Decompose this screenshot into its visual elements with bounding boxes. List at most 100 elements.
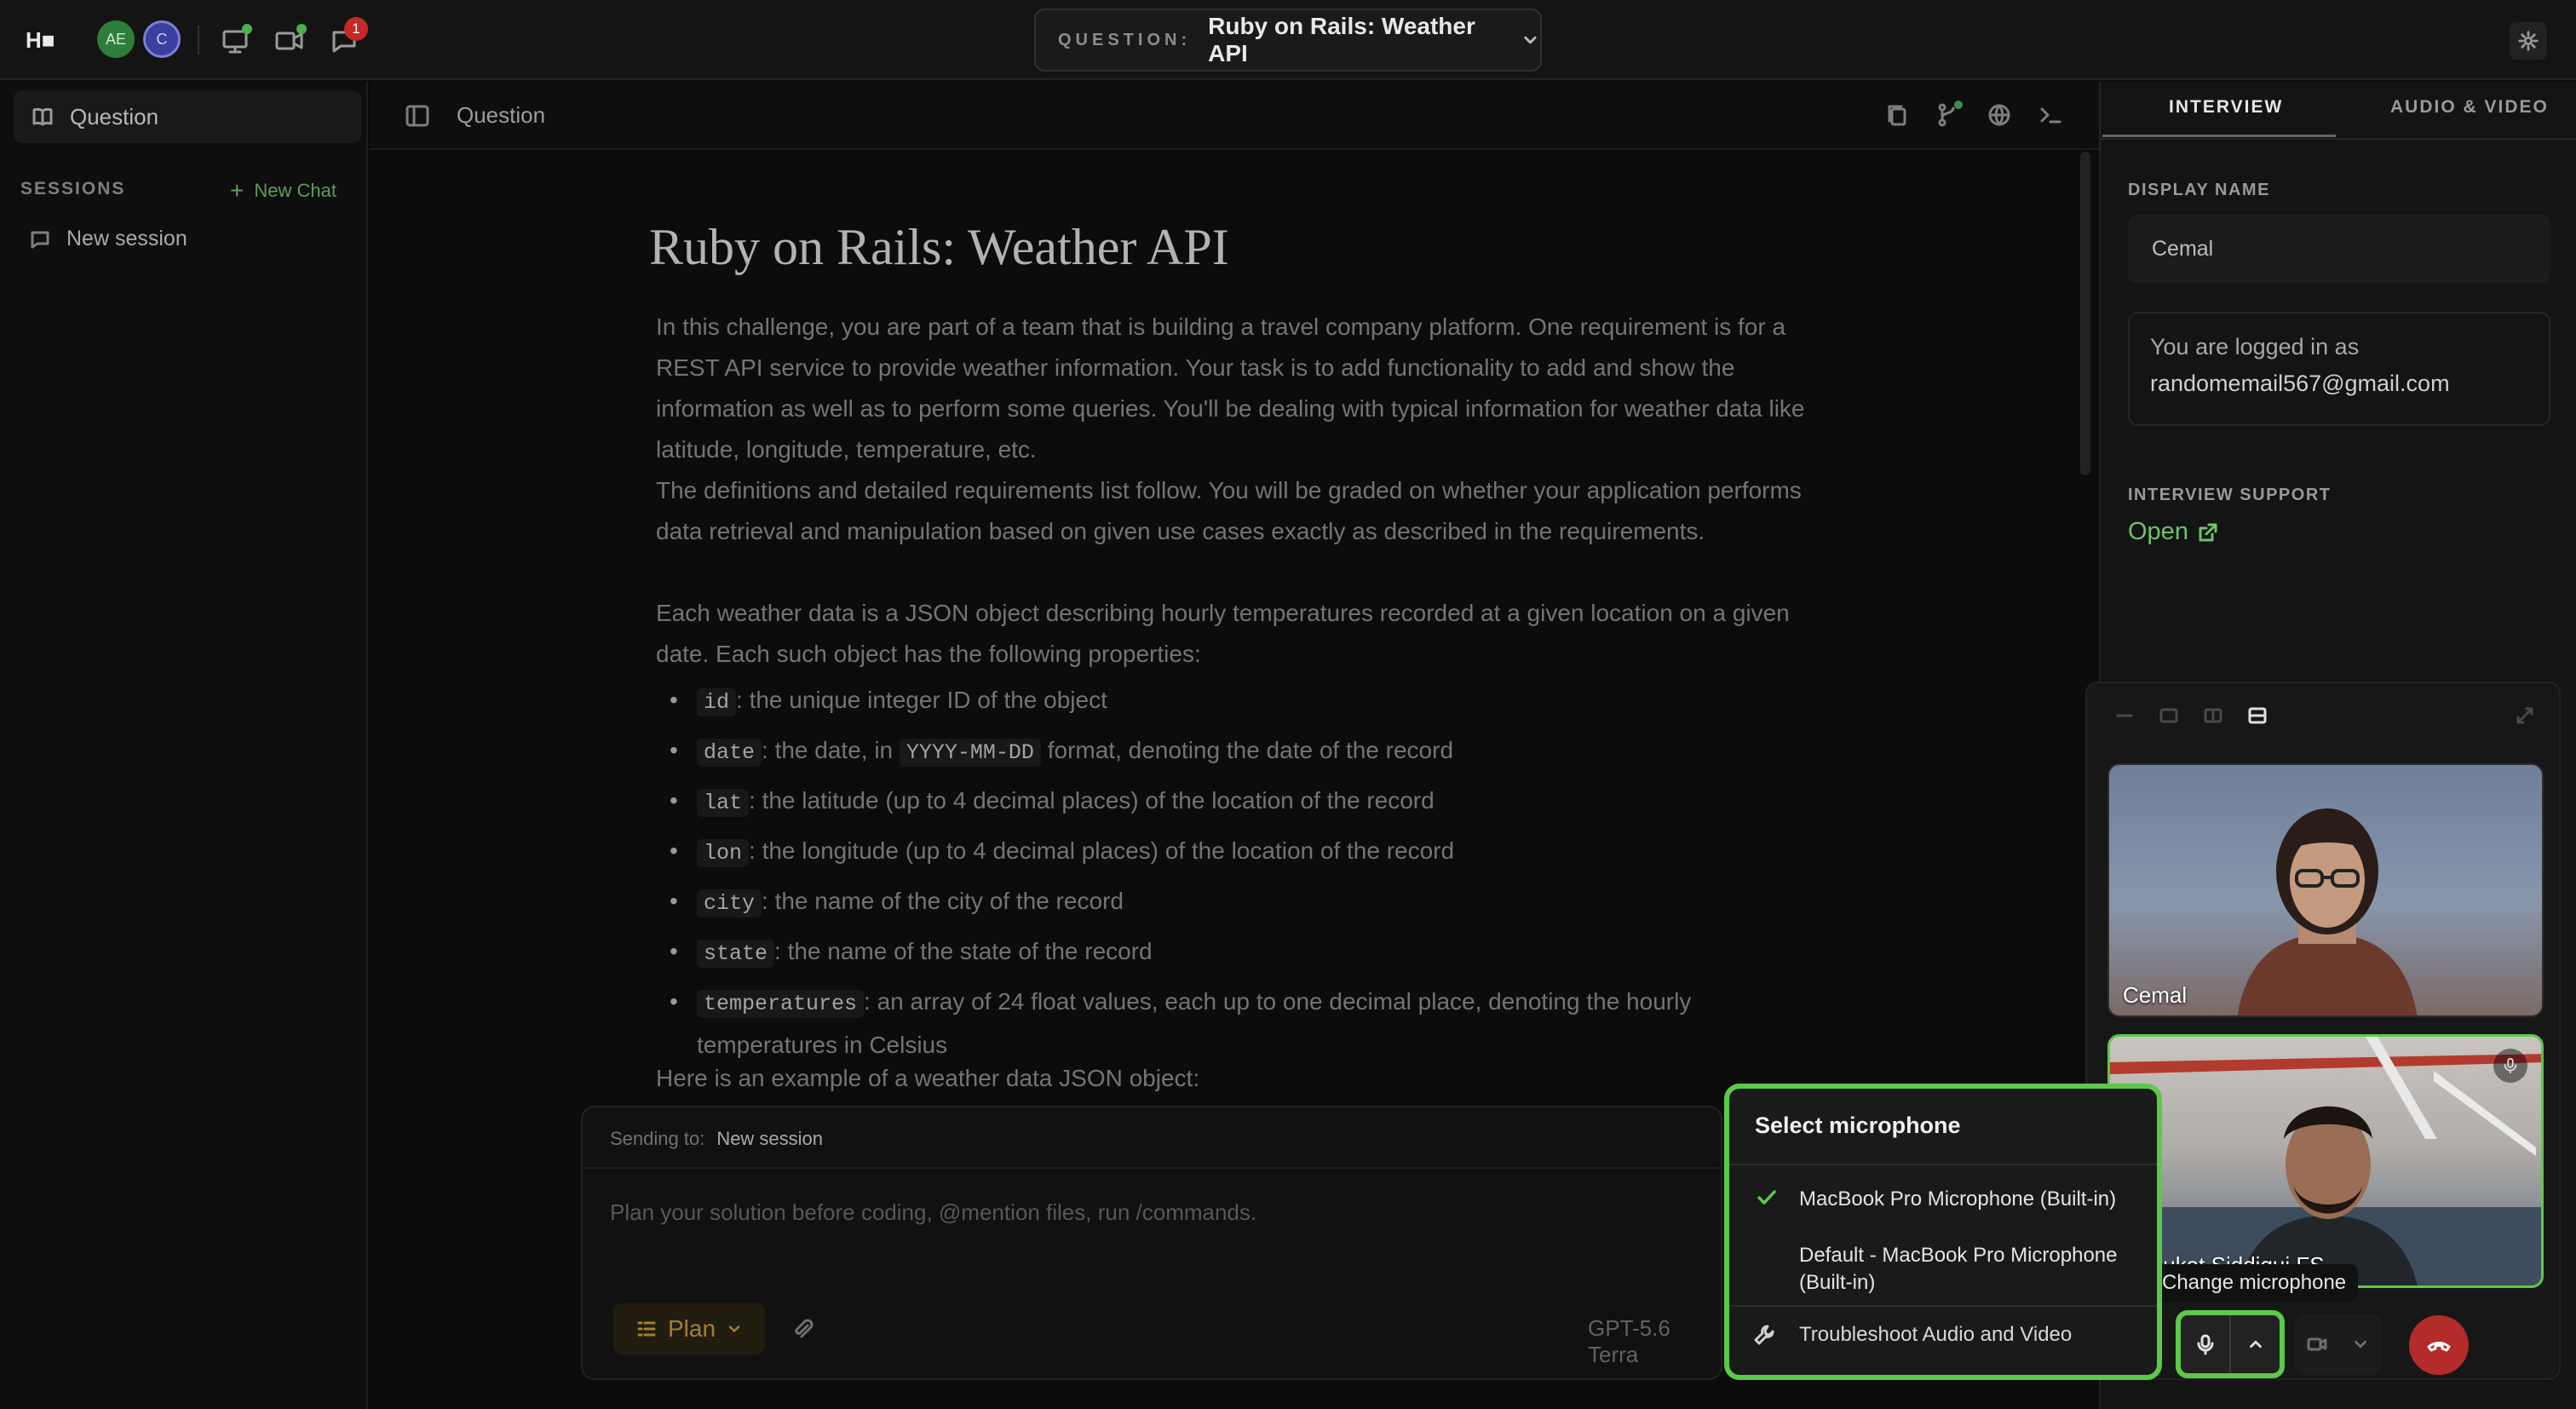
question-title: Ruby on Rails: Weather API <box>649 219 1229 275</box>
change-microphone-button[interactable] <box>2231 1315 2280 1373</box>
list-item: lat: the latitude (up to 4 decimal place… <box>656 780 1797 824</box>
mic-option-default[interactable]: Default - MacBook Pro Microphone (Built-… <box>1729 1242 2157 1297</box>
hang-up-icon <box>2427 1342 2451 1352</box>
logged-in-text: You are logged in as <box>2150 334 2360 359</box>
sending-to-target: New session <box>716 1128 824 1149</box>
video-tile-interviewer[interactable]: Shaukat Siddiqui FS <box>2107 1034 2544 1288</box>
mute-microphone-button[interactable] <box>2181 1315 2229 1373</box>
leave-call-button[interactable] <box>2409 1315 2469 1375</box>
divider <box>1729 1305 2157 1307</box>
layout-stacked-icon[interactable] <box>2245 704 2269 728</box>
paragraph-requirements: The definitions and detailed requirement… <box>656 477 1802 544</box>
list-item: state: the name of the state of the reco… <box>656 931 1797 975</box>
logged-in-box: You are logged in as randomemail567@gmai… <box>2128 312 2550 426</box>
app-logo[interactable]: H■ <box>26 27 56 53</box>
sidebar-toggle-icon <box>405 105 429 127</box>
terminal-icon[interactable] <box>2036 101 2065 129</box>
session-item-label: New session <box>66 227 187 250</box>
sidebar-toggle-button[interactable] <box>404 102 431 129</box>
avatar-ae[interactable]: AE <box>97 20 135 58</box>
content-scrollbar[interactable] <box>2080 152 2090 475</box>
chevron-down-icon <box>728 1326 740 1332</box>
plan-mode-button[interactable]: Plan <box>613 1303 765 1354</box>
tooltip: Change microphone <box>2150 1264 2359 1302</box>
microphone-control <box>2176 1310 2285 1378</box>
gear-icon <box>2518 31 2539 51</box>
avatar-c[interactable]: C <box>143 20 181 58</box>
chevron-up-icon <box>2249 1340 2262 1349</box>
microphone-icon <box>2197 1334 2213 1355</box>
paperclip-icon <box>795 1319 814 1338</box>
active-tab-indicator <box>2102 135 2336 137</box>
message-input[interactable]: Plan your solution before coding, @menti… <box>610 1199 1256 1226</box>
chat-composer: Sending to: New session Plan your solutio… <box>581 1106 1724 1380</box>
popup-title: Select microphone <box>1755 1113 1961 1138</box>
book-icon <box>32 107 53 126</box>
participant-video <box>2110 1037 2541 1285</box>
camera-control <box>2295 1314 2382 1375</box>
main-header: Question <box>370 82 2099 150</box>
list-icon <box>637 1321 656 1337</box>
new-chat-button[interactable]: + New Chat <box>230 177 336 204</box>
layout-side-by-side-icon[interactable] <box>2201 704 2225 728</box>
list-item: temperatures: an array of 24 float value… <box>656 981 1797 1066</box>
plan-mode-label: Plan <box>667 1315 716 1342</box>
list-item: lon: the longitude (up to 4 decimal plac… <box>656 831 1797 874</box>
question-selector[interactable]: QUESTION: Ruby on Rails: Weather API <box>1034 9 1542 72</box>
layout-single-icon[interactable] <box>2157 704 2181 728</box>
top-bar: H■ AE C 1 QUESTION: Ruby on Rails: Weath… <box>0 0 2576 80</box>
divider <box>2101 138 2576 140</box>
list-item: city: the name of the city of the record <box>656 881 1797 924</box>
chevron-down-icon <box>1524 36 1537 44</box>
notifications-icon[interactable]: 1 <box>327 17 368 58</box>
display-name-label: DISPLAY NAME <box>2128 181 2270 199</box>
divider <box>1729 1164 2157 1165</box>
change-camera-button[interactable] <box>2338 1314 2382 1375</box>
question-selector-value: Ruby on Rails: Weather API <box>1208 13 1475 66</box>
paragraph-intro: In this challenge, you are part of a tea… <box>656 313 1805 463</box>
video-camera-icon[interactable] <box>273 24 307 58</box>
question-selector-label: QUESTION: <box>1058 30 1192 49</box>
interview-support-label: INTERVIEW SUPPORT <box>2128 486 2332 504</box>
git-branch-icon[interactable] <box>1934 101 1963 129</box>
new-chat-label: New Chat <box>254 180 336 201</box>
main-header-title: Question <box>457 102 546 128</box>
wrench-icon <box>1729 1322 1799 1348</box>
minimize-icon[interactable] <box>2113 704 2136 728</box>
video-camera-icon <box>2307 1337 2326 1351</box>
properties-list: id: the unique integer ID of the object … <box>656 680 1797 1073</box>
model-selector[interactable]: GPT-5.6 Terra <box>1588 1315 1721 1368</box>
attach-button[interactable] <box>789 1315 816 1343</box>
tab-audio-video[interactable]: AUDIO & VIDEO <box>2390 97 2549 118</box>
sidebar-item-question[interactable]: Question <box>14 90 361 143</box>
screen-share-icon[interactable] <box>218 24 252 58</box>
tab-interview[interactable]: INTERVIEW <box>2169 97 2283 118</box>
notification-badge: 1 <box>344 17 368 41</box>
logged-in-email: randomemail567@gmail.com <box>2150 371 2450 396</box>
mic-status-icon <box>2493 1049 2527 1083</box>
paragraph-example: Here is an example of a weather data JSO… <box>656 1065 1200 1091</box>
expand-icon[interactable] <box>2513 704 2537 728</box>
list-item: id: the unique integer ID of the object <box>656 680 1797 723</box>
external-link-icon <box>2199 523 2217 541</box>
participant-name: Cemal <box>2123 982 2188 1008</box>
checkmark-icon <box>1729 1186 1799 1210</box>
display-name-input[interactable] <box>2128 215 2550 283</box>
plus-icon: + <box>230 177 244 204</box>
settings-button[interactable] <box>2510 22 2547 60</box>
copy-icon[interactable] <box>1883 101 1912 129</box>
globe-icon[interactable] <box>1985 101 2014 129</box>
video-tile-self[interactable]: Cemal <box>2107 763 2544 1017</box>
session-item[interactable]: New session <box>29 227 187 251</box>
left-sidebar: Question SESSIONS + New Chat New session <box>0 82 368 1409</box>
divider <box>583 1167 1724 1169</box>
troubleshoot-audio-video-button[interactable]: Troubleshoot Audio and Video <box>1729 1322 2157 1348</box>
support-open-link[interactable]: Open <box>2128 518 2219 546</box>
select-microphone-popup: Select microphone MacBook Pro Microphone… <box>1724 1084 2162 1380</box>
paragraph-properties: Each weather data is a JSON object descr… <box>656 600 1790 667</box>
mic-option-macbook[interactable]: MacBook Pro Microphone (Built-in) <box>1729 1186 2157 1213</box>
chat-bubble-icon <box>31 231 49 248</box>
sending-to: Sending to: New session <box>610 1128 824 1149</box>
toggle-camera-button[interactable] <box>2295 1314 2338 1375</box>
sessions-heading: SESSIONS <box>20 179 126 198</box>
